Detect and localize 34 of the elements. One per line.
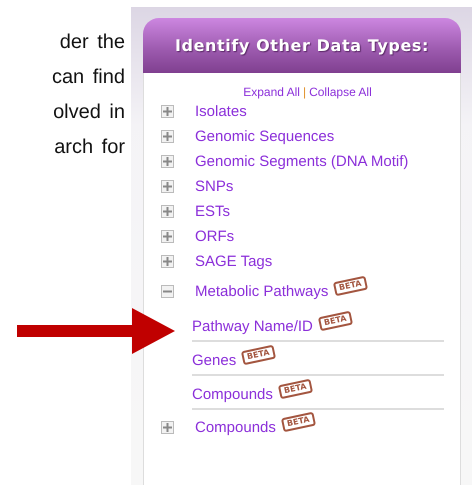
expand-all-link[interactable]: Expand All bbox=[243, 85, 300, 99]
beta-badge: BETA bbox=[241, 344, 276, 366]
body-text: der the bbox=[60, 30, 125, 54]
tree-subitem[interactable]: Compounds bbox=[192, 386, 273, 402]
tree-item[interactable]: Metabolic Pathways bbox=[195, 282, 328, 300]
expand-icon[interactable] bbox=[161, 180, 174, 193]
expand-icon[interactable] bbox=[161, 230, 174, 243]
beta-badge: BETA bbox=[280, 412, 316, 432]
panel-title: Identify Other Data Types: bbox=[174, 36, 430, 55]
tree-subitem[interactable]: Genes bbox=[192, 352, 236, 368]
tree-item[interactable]: Isolates bbox=[195, 103, 247, 120]
body-text: arch for bbox=[54, 135, 125, 159]
tree-item[interactable]: ESTs bbox=[195, 203, 230, 220]
body-text: olved in bbox=[53, 100, 125, 124]
collapse-icon[interactable] bbox=[161, 284, 174, 298]
tree-item[interactable]: SAGE Tags bbox=[195, 253, 272, 270]
expand-icon[interactable] bbox=[161, 105, 174, 118]
tree-item[interactable]: Genomic Segments (DNA Motif) bbox=[195, 153, 408, 170]
body-text: can find bbox=[52, 65, 125, 89]
separator: | bbox=[302, 85, 306, 99]
expand-icon[interactable] bbox=[161, 205, 174, 218]
expand-icon[interactable] bbox=[161, 255, 174, 268]
beta-badge: BETA bbox=[333, 276, 368, 296]
expand-icon[interactable] bbox=[161, 130, 174, 143]
tree-item[interactable]: Genomic Sequences bbox=[195, 128, 334, 145]
expand-icon[interactable] bbox=[161, 420, 174, 434]
collapse-all-link[interactable]: Collapse All bbox=[309, 85, 372, 99]
expand-icon[interactable] bbox=[161, 155, 174, 168]
tree-item[interactable]: SNPs bbox=[195, 178, 234, 195]
beta-badge: BETA bbox=[318, 310, 353, 332]
beta-badge: BETA bbox=[278, 378, 313, 400]
tree-item[interactable]: Compounds bbox=[195, 418, 276, 436]
tree-item[interactable]: ORFs bbox=[195, 228, 234, 245]
tree-subitem[interactable]: Pathway Name/ID bbox=[192, 318, 313, 334]
